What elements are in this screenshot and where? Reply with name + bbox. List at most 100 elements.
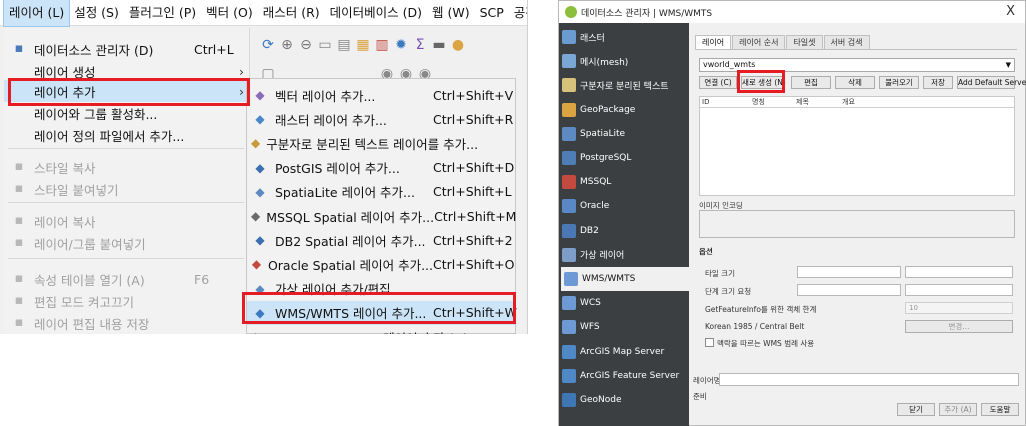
close-button[interactable]: 닫기	[897, 403, 935, 416]
submenu-item-3[interactable]: ◆ PostGIS 레이어 추가... Ctrl+Shift+D	[247, 156, 515, 180]
menubar-item-8[interactable]: 공간 처리 (C)	[509, 0, 527, 26]
nav-item-12[interactable]: WFS	[559, 315, 689, 339]
help-button[interactable]: 도움말	[981, 403, 1019, 416]
tab-0[interactable]: 레이어	[695, 35, 732, 49]
nav-item-8[interactable]: DB2	[559, 219, 689, 243]
tile-width-input[interactable]	[797, 266, 901, 278]
submenu-shortcut: Ctrl+Shift+W	[433, 305, 517, 321]
submenu-item-5[interactable]: ◆ MSSQL Spatial 레이어 추가... Ctrl+Shift+M	[247, 204, 516, 228]
tab-3[interactable]: 서버 검색	[823, 35, 870, 49]
add-button[interactable]: 추가 (A)	[939, 403, 977, 416]
connect-button[interactable]: 연결 (C)	[699, 76, 737, 89]
change-crs-button[interactable]: 변경...	[905, 320, 1013, 333]
nav-label: ArcGIS Map Server	[580, 346, 665, 357]
nav-item-4[interactable]: SpatiaLite	[559, 122, 689, 146]
submenu-item-8[interactable]: ◆ 가상 레이어 추가/편집...	[247, 277, 515, 301]
menubar-item-3[interactable]: 벡터 (O)	[201, 0, 258, 26]
layer-menu-item-5[interactable]: ▪ 스타일 복사	[4, 156, 250, 178]
nav-item-13[interactable]: ArcGIS Map Server	[559, 340, 689, 364]
tip-icon[interactable]: ●	[450, 37, 466, 53]
layer-menu-item-6[interactable]: ▪ 스타일 붙여넣기	[4, 178, 250, 200]
edit-button[interactable]: 편집	[791, 76, 831, 89]
tab-2[interactable]: 타일셋	[786, 35, 823, 49]
step-width-input[interactable]	[797, 284, 901, 296]
refresh-icon[interactable]: ⟳	[260, 37, 276, 53]
submenu-item-0[interactable]: ◆ 벡터 레이어 추가... Ctrl+Shift+V	[247, 83, 515, 107]
layer-menu-item-9[interactable]: ▪ 속성 테이블 열기 (A) F6	[4, 268, 250, 290]
nav-item-11[interactable]: WCS	[559, 291, 689, 315]
save-button[interactable]: 저장	[923, 76, 953, 89]
blank-icon	[10, 104, 28, 122]
submenu-item-9[interactable]: ◆ WMS/WMTS 레이어 추가... Ctrl+Shift+W	[247, 300, 517, 325]
nav-label: DB2	[580, 225, 599, 236]
tile-height-input[interactable]	[905, 266, 1013, 278]
layer-name-input[interactable]	[719, 373, 1019, 386]
submenu-item-1[interactable]: ◆ 래스터 레이어 추가... Ctrl+Shift+R	[247, 107, 515, 131]
layer-menu-item-3[interactable]: 레이어와 그룹 활성화...	[4, 102, 250, 124]
table-header: ID 명칭 제목 개요	[700, 97, 1014, 108]
layer-menu-item-2[interactable]: 레이어 추가 ›	[4, 80, 250, 102]
deselect-icon[interactable]: ▤	[336, 37, 352, 53]
layer-menu-item-7[interactable]: ▪ 레이어 복사	[4, 210, 250, 232]
status-label: 준비	[693, 392, 707, 401]
submenu-item-4[interactable]: ◆ SpatiaLite 레이어 추가... Ctrl+Shift+L	[247, 180, 515, 204]
delimited-text-icon	[562, 78, 576, 93]
measure-icon[interactable]: ▥	[374, 37, 390, 53]
select-icon[interactable]: ▭	[317, 37, 333, 53]
layer-menu-item-11[interactable]: ▪ 레이어 편집 내용 저장	[4, 312, 250, 334]
qgis-main-window: 레이어 (L) 설정 (S) 플러그인 (P) 벡터 (O) 래스터 (R) 데이터베이스…	[0, 0, 528, 334]
layer-menu-item-4[interactable]: 레이어 정의 파일에서 추가...	[4, 124, 250, 146]
nav-item-15[interactable]: GeoNode	[559, 388, 689, 412]
settings-icon[interactable]: ✹	[393, 37, 409, 53]
layer-menu-item-0[interactable]: ▪ 데이터소스 관리자 (D) Ctrl+L	[4, 38, 250, 60]
nav-item-0[interactable]: 래스터	[559, 25, 689, 49]
layer-menu-item-8[interactable]: ▪ 레이어/그룹 붙여넣기	[4, 232, 250, 254]
layer-table[interactable]: ID 명칭 제목 개요	[699, 96, 1015, 196]
paste-style-icon: ▪	[14, 181, 24, 196]
postgresql-icon	[562, 151, 576, 165]
nav-item-7[interactable]: Oracle	[559, 194, 689, 218]
identify-icon[interactable]: ▦	[355, 37, 371, 53]
connection-select[interactable]: vworld_wmts ▼	[699, 58, 1015, 72]
nav-item-9[interactable]: 가상 레이어	[559, 243, 689, 267]
add-default-servers-button[interactable]: Add Default Servers	[957, 76, 1026, 89]
menubar-item-2[interactable]: 플러그인 (P)	[124, 0, 201, 26]
nav-item-10[interactable]: WMS/WMTS	[561, 267, 689, 291]
toolbar-top: ⟳ ⊕ ⊖ ▭ ▤ ▦ ▥ ✹ Σ ▬ ●	[256, 28, 527, 62]
feature-count-input[interactable]: 10	[905, 302, 1013, 314]
zoom-in-icon[interactable]: ⊕	[279, 37, 295, 53]
nav-item-1[interactable]: 메시(mesh)	[559, 49, 689, 73]
menubar-item-5[interactable]: 데이터베이스 (D)	[325, 0, 427, 26]
submenu-item-10[interactable]: ◆ ArcGIS MapServer 레이어 추가 (G)...	[247, 325, 515, 334]
menubar-item-4[interactable]: 래스터 (R)	[258, 0, 325, 26]
submenu-item-6[interactable]: ◆ DB2 Spatial 레이어 추가... Ctrl+Shift+2	[247, 228, 515, 252]
nav-item-3[interactable]: GeoPackage	[559, 98, 689, 122]
layer-menu-item-10[interactable]: ▪ 편집 모드 켜고끄기	[4, 290, 250, 312]
submenu-item-2[interactable]: ◆ 구분자로 분리된 텍스트 레이어를 추가...	[247, 131, 515, 155]
layer-menu-label: 속성 테이블 열기 (A)	[34, 272, 145, 288]
contextual-legend-checkbox[interactable]	[705, 338, 714, 347]
submenu-item-7[interactable]: ◆ Oracle Spatial 레이어 추가... Ctrl+Shift+O	[247, 252, 515, 276]
nav-item-2[interactable]: 구분자로 분리된 텍스트	[559, 73, 689, 97]
tab-1[interactable]: 레이어 순서	[732, 35, 786, 49]
nav-item-14[interactable]: ArcGIS Feature Server	[559, 364, 689, 388]
delete-button[interactable]: 삭제	[835, 76, 875, 89]
attribute-table-icon: ▪	[14, 271, 24, 286]
menubar-item-1[interactable]: 설정 (S)	[69, 0, 124, 26]
nav-item-6[interactable]: MSSQL	[559, 170, 689, 194]
new-connection-button[interactable]: 새로 생성 (N)	[741, 76, 786, 89]
load-button[interactable]: 불러오기	[879, 76, 919, 89]
layer-menu-label: 레이어 복사	[34, 214, 96, 230]
menubar-item-6[interactable]: 웹 (W)	[427, 0, 475, 26]
annotation-icon[interactable]: ▬	[431, 37, 447, 53]
menubar-item-0[interactable]: 레이어 (L)	[2, 0, 71, 27]
layer-menu-item-1[interactable]: 레이어 생성 ›	[4, 60, 250, 82]
step-height-input[interactable]	[905, 284, 1013, 296]
sum-icon[interactable]: Σ	[412, 37, 428, 53]
col-abstract: 개요	[842, 98, 855, 106]
nav-item-5[interactable]: PostgreSQL	[559, 146, 689, 170]
submenu-label: PostGIS 레이어 추가...	[275, 161, 400, 177]
menubar-item-7[interactable]: SCP	[475, 0, 509, 26]
close-icon[interactable]: X	[1006, 4, 1015, 19]
zoom-out-icon[interactable]: ⊖	[298, 37, 314, 53]
